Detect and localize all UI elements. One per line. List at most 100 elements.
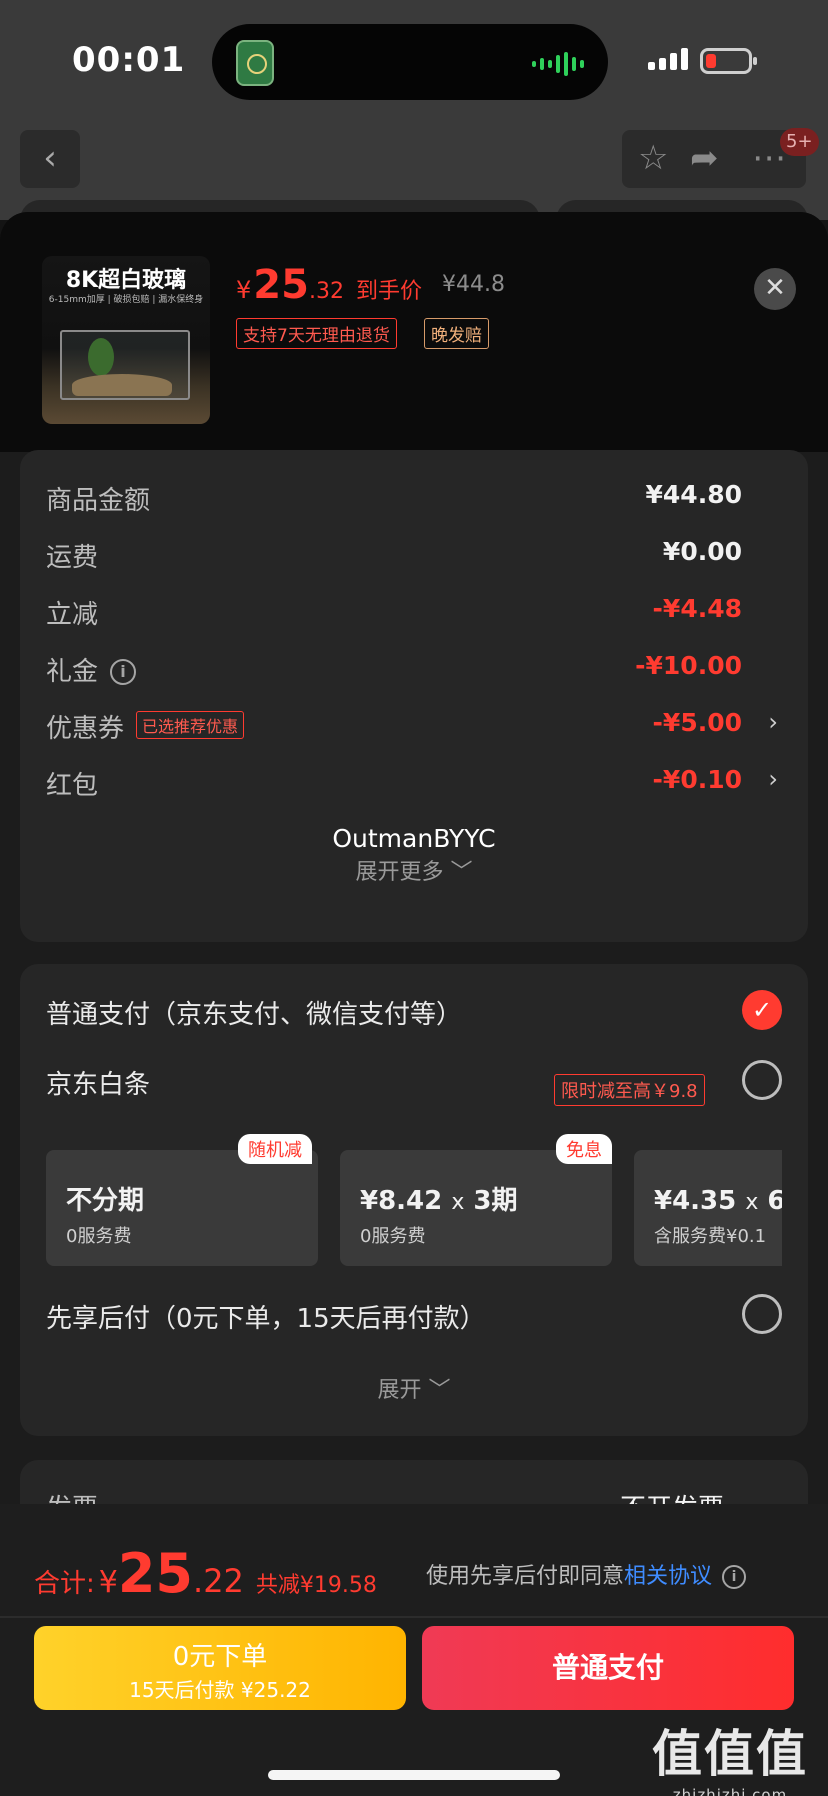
baitiao-label[interactable]: 京东白条 <box>46 1064 150 1101</box>
plan-amount: ¥4.35 <box>654 1186 737 1216</box>
total-currency: ¥ <box>98 1565 118 1600</box>
audio-wave-icon <box>532 52 584 76</box>
back-button[interactable]: ‹ <box>20 130 80 188</box>
plan-option[interactable]: 不分期 0服务费 <box>46 1150 318 1266</box>
chevron-right-icon: › <box>768 765 778 793</box>
site-logo: 值值值 zhizhizhi.com <box>652 1714 808 1796</box>
plan-option[interactable]: ¥4.35 x 6期 含服务费¥0.1 <box>634 1150 782 1266</box>
dynamic-island <box>212 24 608 100</box>
chevron-left-icon: ‹ <box>43 138 57 178</box>
baitiao-promo-tag: 限时减至高￥9.8 <box>554 1074 705 1106</box>
user-watermark: OutmanBYYC <box>332 824 496 853</box>
star-icon[interactable]: ☆ <box>638 138 668 178</box>
pay-later-radio[interactable] <box>742 1294 782 1334</box>
baitiao-radio[interactable] <box>742 1060 782 1100</box>
button-title: 0元下单 <box>172 1642 268 1672</box>
row-label: 红包 <box>46 771 99 801</box>
rock-illustration <box>72 374 172 396</box>
plan-period: 6期 <box>767 1186 782 1216</box>
row-gift-money: 礼金 i -¥10.00 <box>20 649 808 689</box>
thumbnail-title: 8K超白玻璃 <box>65 268 187 293</box>
plan-option[interactable]: ¥8.42 x 3期 0服务费 <box>340 1150 612 1266</box>
plan-title: ¥8.42 x 3期 <box>360 1180 518 1217</box>
share-icon[interactable]: ➦ <box>690 138 719 178</box>
signal-icon <box>648 48 688 70</box>
plan-times: x <box>451 1190 465 1215</box>
currency-symbol: ¥ <box>236 276 252 304</box>
row-coupon[interactable]: 优惠券 已选推荐优惠 -¥5.00 › <box>20 706 808 746</box>
price-integer: 25 <box>253 262 309 308</box>
final-price: ¥ 25 .32 到手价 <box>236 262 422 308</box>
status-bar: 00:01 <box>0 0 828 120</box>
coupon-label: 优惠券 <box>46 714 125 744</box>
total-integer: 25 <box>117 1542 194 1605</box>
top-actions: ☆ ➦ ⋯ <box>622 130 806 188</box>
divider <box>0 1616 828 1618</box>
row-goods-amount: 商品金额 ¥44.80 <box>20 478 808 518</box>
total-saved: 共减¥19.58 <box>255 1573 377 1598</box>
agreement-link[interactable]: 相关协议 <box>624 1564 712 1589</box>
row-shipping: 运费 ¥0.00 <box>20 535 808 575</box>
thumbnail-subtitle: 6-15mm加厚 | 破损包赔 | 漏水保终身 <box>48 295 204 305</box>
gift-label: 礼金 <box>46 657 99 687</box>
agreement-text: 使用先享后付即同意 <box>426 1564 625 1589</box>
installment-plans: 不分期 0服务费 ¥8.42 x 3期 0服务费 ¥4.35 x 6期 含服务费… <box>46 1150 782 1268</box>
row-red-packet[interactable]: 红包 -¥0.10 › <box>20 763 808 803</box>
info-icon[interactable]: i <box>722 1565 747 1589</box>
amount-card: 商品金额 ¥44.80 运费 ¥0.00 立减 -¥4.48 礼金 i -¥10.… <box>20 450 808 942</box>
chevron-right-icon: › <box>768 708 778 736</box>
row-label: 优惠券 已选推荐优惠 <box>46 708 245 745</box>
total-label: 合计: <box>34 1569 95 1599</box>
normal-pay-label[interactable]: 普通支付（京东支付、微信支付等） <box>46 994 462 1031</box>
home-indicator[interactable] <box>268 1770 560 1780</box>
price-decimal: .32 <box>308 279 344 304</box>
plan-fee: 0服务费 <box>360 1226 426 1247</box>
late-delivery-tag: 晚发赔 <box>424 318 489 349</box>
plan-title: 不分期 <box>66 1186 145 1216</box>
close-icon: ✕ <box>764 273 786 303</box>
status-time: 00:01 <box>72 40 186 80</box>
pay-later-label[interactable]: 先享后付（0元下单，15天后再付款） <box>46 1298 486 1335</box>
plan-fee: 含服务费¥0.1 <box>654 1226 767 1247</box>
row-label: 礼金 i <box>46 651 137 688</box>
checkout-footer: 合计: ¥ 25 .22 共减¥19.58 使用先享后付即同意相关协议 i 0元下… <box>0 1504 828 1796</box>
total-decimal: .22 <box>193 1562 244 1600</box>
row-value: -¥4.48 <box>652 594 742 623</box>
payment-card: 普通支付（京东支付、微信支付等） ✓ 京东白条 限时减至高￥9.8 不分期 0服… <box>20 964 808 1436</box>
product-thumbnail: 8K超白玻璃 6-15mm加厚 | 破损包赔 | 漏水保终身 <box>42 256 210 424</box>
check-icon: ✓ <box>751 996 773 1024</box>
row-label: 运费 <box>46 543 99 573</box>
plan-times: x <box>745 1190 759 1215</box>
logo-domain: zhizhizhi.com <box>672 1786 788 1796</box>
product-header: 8K超白玻璃 6-15mm加厚 | 破损包赔 | 漏水保终身 ¥ 25 .32 … <box>0 212 828 452</box>
expand-more-button[interactable]: 展开更多 ﹀ <box>20 854 808 886</box>
row-label: 立减 <box>46 600 99 630</box>
random-discount-badge: 随机减 <box>238 1134 312 1164</box>
plan-title: ¥4.35 x 6期 <box>654 1180 782 1217</box>
coupon-selected-tag: 已选推荐优惠 <box>136 711 245 739</box>
normal-pay-button[interactable]: 普通支付 <box>422 1626 794 1710</box>
normal-pay-radio-checked[interactable]: ✓ <box>742 990 782 1030</box>
row-value: -¥10.00 <box>635 651 742 680</box>
row-value: ¥0.00 <box>662 537 742 566</box>
button-subtitle: 15天后付款 ¥25.22 <box>129 1678 311 1702</box>
total-price: 合计: ¥ 25 .22 共减¥19.58 <box>34 1542 377 1605</box>
expand-button[interactable]: 展开 ﹀ <box>20 1372 808 1404</box>
logo-text: 值值值 <box>652 1725 808 1783</box>
zero-yuan-order-button[interactable]: 0元下单 15天后付款 ¥25.22 <box>34 1626 406 1710</box>
return-policy-tag: 支持7天无理由退货 <box>236 318 397 349</box>
original-price: ¥44.8 <box>442 272 505 297</box>
plan-period: 3期 <box>473 1186 518 1216</box>
row-value: ¥44.80 <box>645 480 742 509</box>
plant-illustration <box>88 338 114 376</box>
info-icon[interactable]: i <box>110 659 137 685</box>
row-value: -¥0.10 <box>652 765 742 794</box>
row-label: 商品金额 <box>46 486 151 516</box>
app-icon <box>236 40 274 86</box>
message-badge: 5+ <box>780 128 819 156</box>
close-button[interactable]: ✕ <box>754 268 796 310</box>
agreement-note: 使用先享后付即同意相关协议 i <box>426 1558 747 1590</box>
plan-fee: 0服务费 <box>66 1226 132 1247</box>
plan-amount: ¥8.42 <box>360 1186 443 1216</box>
row-value: -¥5.00 <box>652 708 742 737</box>
